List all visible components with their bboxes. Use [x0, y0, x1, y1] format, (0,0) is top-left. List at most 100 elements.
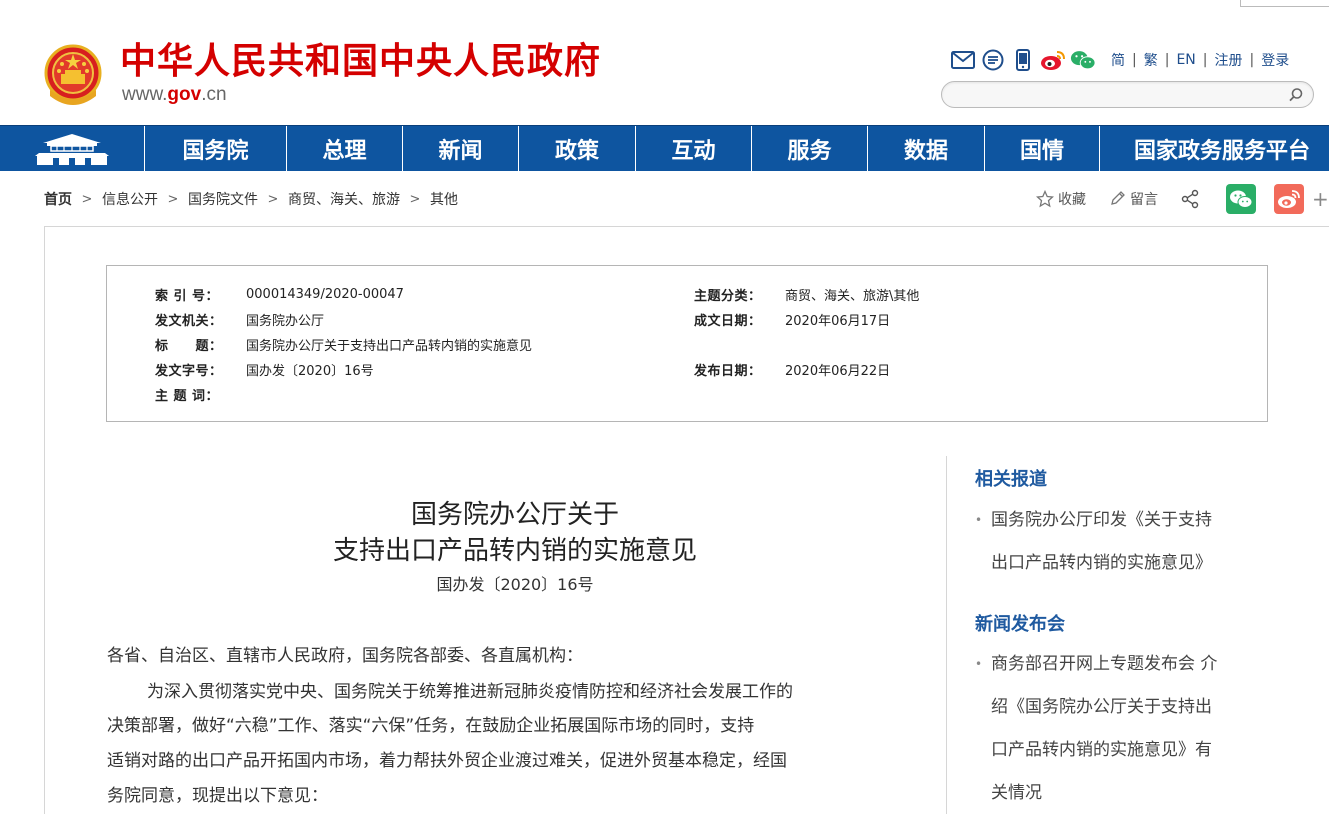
- breadcrumb-info-disclosure[interactable]: 信息公开: [102, 189, 158, 209]
- nav-item-services[interactable]: 服务: [752, 126, 868, 172]
- chevron-right-icon: >: [167, 191, 179, 207]
- meta-label: 发文机关：: [155, 313, 223, 329]
- search-icon[interactable]: [1287, 86, 1305, 104]
- breadcrumb-home[interactable]: 首页: [44, 189, 72, 209]
- lang-traditional-link[interactable]: 繁: [1137, 50, 1165, 70]
- main-nav: 国务院 总理 新闻 政策 互动 服务 数据 国情 国家政务服务平台: [0, 125, 1329, 172]
- nav-item-interaction[interactable]: 互动: [636, 126, 752, 172]
- nav-item-gov-service-platform[interactable]: 国家政务服务平台: [1100, 126, 1329, 172]
- nav-item-news[interactable]: 新闻: [403, 126, 519, 172]
- document-paragraph-line: 决策部署，做好“六稳”工作、落实“六保”任务，在鼓励企业拓展国际市场的同时，支持: [107, 716, 755, 736]
- related-reports-heading: 相关报道: [975, 469, 1047, 490]
- press-conference-line: 口产品转内销的实施意见》有: [991, 740, 1212, 760]
- meta-value: 2020年06月22日: [785, 363, 891, 379]
- tiananmen-icon: [35, 134, 109, 165]
- language-links: 简 | 繁 | EN | 注册 | 登录: [1104, 50, 1296, 70]
- press-conference-heading: 新闻发布会: [975, 614, 1065, 635]
- weibo-icon[interactable]: [1040, 48, 1066, 72]
- meta-keywords-row: 主 题 词：: [155, 385, 246, 404]
- bullet: •: [975, 657, 983, 671]
- meta-label: 成文日期：: [694, 313, 762, 329]
- meta-value: 国办发〔2020〕16号: [246, 363, 374, 379]
- domain-prefix: www.: [122, 84, 168, 105]
- meta-issuer-row: 发文机关： 国务院办公厅: [155, 310, 325, 329]
- meta-value: 国务院办公厅关于支持出口产品转内销的实施意见: [246, 338, 533, 354]
- nav-item-state-council[interactable]: 国务院: [145, 126, 287, 172]
- share-weibo-button[interactable]: [1274, 184, 1304, 214]
- wechat-icon[interactable]: [1070, 48, 1096, 72]
- related-report-line: 国务院办公厅印发《关于支持: [991, 510, 1212, 530]
- top-corner-divider: [1240, 0, 1329, 7]
- article-actions: 收藏 留言 +: [1036, 184, 1329, 214]
- breadcrumb: 首页 > 信息公开 > 国务院文件 > 商贸、海关、旅游 > 其他: [44, 188, 458, 210]
- meta-doc-no-row: 发文字号： 国办发〔2020〕16号: [155, 360, 374, 379]
- document-title-line2: 支持出口产品转内销的实施意见: [332, 536, 697, 566]
- favorite-button[interactable]: 收藏: [1036, 189, 1086, 209]
- press-conference-link[interactable]: • 商务部召开网上专题发布会 介 绍《国务院办公厅关于支持出 口产品转内销的实施…: [975, 643, 1265, 814]
- related-report-line: 出口产品转内销的实施意见》: [991, 553, 1212, 573]
- document-salutation: 各省、自治区、直辖市人民政府，国务院各部委、各直属机构：: [107, 646, 583, 666]
- related-report-link[interactable]: • 国务院办公厅印发《关于支持 出口产品转内销的实施意见》: [975, 499, 1265, 585]
- nav-home[interactable]: [0, 126, 145, 172]
- document-paragraph-line: 为深入贯彻落实党中央、国务院关于统筹推进新冠肺炎疫情防控和经济社会发展工作的: [147, 682, 793, 702]
- document-metadata-table: 索 引 号： 000014349/2020-00047 主题分类： 商贸、海关、…: [106, 265, 1268, 422]
- breadcrumb-other[interactable]: 其他: [430, 189, 458, 209]
- weibo-icon: [1278, 190, 1300, 208]
- press-conference-line: 关情况: [991, 783, 1042, 803]
- document-paragraph-line: 务院同意，现提出以下意见：: [107, 786, 328, 806]
- site-header: 中华人民共和国中央人民政府 www.gov.cn 简 | 繁 | EN | 注册 | 登…: [0, 0, 1329, 125]
- chevron-right-icon: >: [81, 191, 93, 207]
- search-input[interactable]: [954, 85, 1284, 104]
- domain-suffix: .cn: [201, 84, 227, 105]
- site-domain[interactable]: www.gov.cn: [122, 84, 227, 106]
- site-title[interactable]: 中华人民共和国中央人民政府: [120, 40, 601, 84]
- share-button[interactable]: [1180, 189, 1204, 209]
- mail-icon[interactable]: [950, 48, 976, 72]
- meta-category-row: 主题分类： 商贸、海关、旅游\其他: [694, 285, 920, 304]
- lang-english-link[interactable]: EN: [1169, 52, 1202, 68]
- share-wechat-button[interactable]: [1226, 184, 1256, 214]
- meta-label: 主题分类：: [694, 288, 762, 304]
- nav-item-data[interactable]: 数据: [868, 126, 985, 172]
- meta-label: 主 题 词：: [155, 388, 220, 404]
- chat-icon[interactable]: [980, 48, 1006, 72]
- meta-value: 2020年06月17日: [785, 313, 891, 329]
- nav-item-policy[interactable]: 政策: [519, 126, 636, 172]
- login-link[interactable]: 登录: [1254, 50, 1296, 70]
- meta-value: 商贸、海关、旅游\其他: [785, 288, 920, 304]
- meta-date-written-row: 成文日期： 2020年06月17日: [694, 310, 891, 329]
- meta-title-row: 标 题： 国务院办公厅关于支持出口产品转内销的实施意见: [155, 335, 533, 354]
- search-box: [941, 81, 1314, 108]
- breadcrumb-commerce[interactable]: 商贸、海关、旅游: [288, 189, 400, 209]
- press-conference-line: 绍《国务院办公厅关于支持出: [991, 697, 1212, 717]
- meta-label: 发文字号：: [155, 363, 223, 379]
- chevron-right-icon: >: [267, 191, 279, 207]
- nav-item-premier[interactable]: 总理: [287, 126, 403, 172]
- header-tools: 简 | 繁 | EN | 注册 | 登录: [950, 48, 1296, 72]
- bullet: •: [975, 513, 983, 527]
- meta-value: 国务院办公厅: [246, 313, 325, 329]
- meta-label: 索 引 号：: [155, 288, 220, 304]
- meta-label: 标 题：: [155, 338, 223, 354]
- domain-main: gov: [167, 84, 202, 105]
- lang-simplified-link[interactable]: 简: [1104, 50, 1132, 70]
- national-emblem-icon: [44, 44, 102, 105]
- meta-publish-date-row: 发布日期： 2020年06月22日: [694, 360, 891, 379]
- pencil-icon: [1111, 191, 1125, 205]
- star-icon: [1036, 190, 1054, 208]
- wechat-icon: [1230, 190, 1253, 208]
- sidebar-divider: [946, 456, 947, 814]
- meta-label: 发布日期：: [694, 363, 762, 379]
- share-icon: [1181, 189, 1199, 209]
- document-paragraph-line: 适销对路的出口产品开拓国内市场，着力帮扶外贸企业渡过难关，促进外贸基本稳定，经国: [107, 751, 787, 771]
- comment-label: 留言: [1130, 192, 1158, 208]
- chevron-right-icon: >: [409, 191, 421, 207]
- nav-item-national-info[interactable]: 国情: [985, 126, 1100, 172]
- document-number: 国办发〔2020〕16号: [436, 575, 594, 594]
- breadcrumb-state-council-docs[interactable]: 国务院文件: [188, 189, 258, 209]
- mobile-icon[interactable]: [1010, 48, 1036, 72]
- comment-button[interactable]: 留言: [1108, 189, 1158, 209]
- more-share-button[interactable]: +: [1312, 187, 1329, 211]
- register-link[interactable]: 注册: [1207, 50, 1249, 70]
- meta-value: 000014349/2020-00047: [246, 286, 404, 302]
